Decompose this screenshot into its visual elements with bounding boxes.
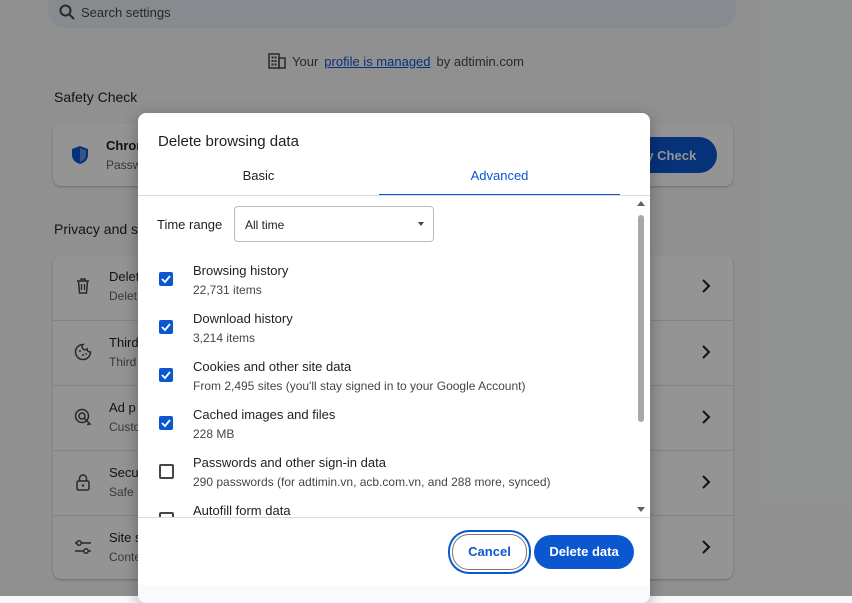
delete-browsing-data-dialog: Delete browsing data Basic Advanced Time… <box>138 113 650 603</box>
dropdown-arrow-icon <box>418 222 424 226</box>
cancel-button[interactable]: Cancel <box>452 534 527 570</box>
item-detail: 22,731 items <box>193 283 262 297</box>
item-detail: 290 passwords (for adtimin.vn, acb.com.v… <box>193 475 551 489</box>
checkbox-passwords[interactable] <box>159 464 174 479</box>
item-label: Cached images and files <box>193 407 336 422</box>
list-item[interactable]: Browsing history 22,731 items <box>138 253 634 301</box>
time-range-value: All time <box>245 218 285 232</box>
list-item[interactable]: Cookies and other site data From 2,495 s… <box>138 349 634 397</box>
item-label: Download history <box>193 311 293 326</box>
checkbox-download-history[interactable] <box>159 320 173 334</box>
list-item[interactable]: Cached images and files 228 MB <box>138 397 634 445</box>
scrollbar[interactable] <box>635 198 647 518</box>
checkmark-icon <box>161 371 171 380</box>
data-type-list: Browsing history 22,731 items Download h… <box>138 253 634 517</box>
list-item[interactable]: Autofill form data <box>138 493 634 517</box>
item-label: Passwords and other sign-in data <box>193 455 386 470</box>
item-detail: 228 MB <box>193 427 235 441</box>
checkbox-cached-images[interactable] <box>159 416 173 430</box>
time-range-label: Time range <box>157 217 223 232</box>
item-label: Autofill form data <box>193 503 291 517</box>
footer-divider <box>138 517 650 518</box>
item-detail: From 2,495 sites (you'll stay signed in … <box>193 379 526 393</box>
scroll-down-arrow-icon[interactable] <box>637 507 645 512</box>
tab-basic[interactable]: Basic <box>138 160 379 196</box>
checkbox-browsing-history[interactable] <box>159 272 173 286</box>
checkmark-icon <box>161 323 171 332</box>
scroll-up-arrow-icon[interactable] <box>637 201 645 206</box>
dialog-footer-strip <box>138 585 650 603</box>
list-item[interactable]: Passwords and other sign-in data 290 pas… <box>138 445 634 493</box>
tab-divider <box>138 195 650 196</box>
list-item[interactable]: Download history 3,214 items <box>138 301 634 349</box>
scrollbar-thumb[interactable] <box>638 215 644 422</box>
checkbox-cookies[interactable] <box>159 368 173 382</box>
item-label: Browsing history <box>193 263 289 278</box>
item-detail: 3,214 items <box>193 331 256 345</box>
checkmark-icon <box>161 419 171 428</box>
tab-advanced[interactable]: Advanced <box>379 160 620 196</box>
item-label: Cookies and other site data <box>193 359 352 374</box>
dialog-title: Delete browsing data <box>158 133 299 150</box>
checkmark-icon <box>161 275 171 284</box>
time-range-select[interactable]: All time <box>234 206 434 242</box>
delete-data-button[interactable]: Delete data <box>534 535 634 569</box>
